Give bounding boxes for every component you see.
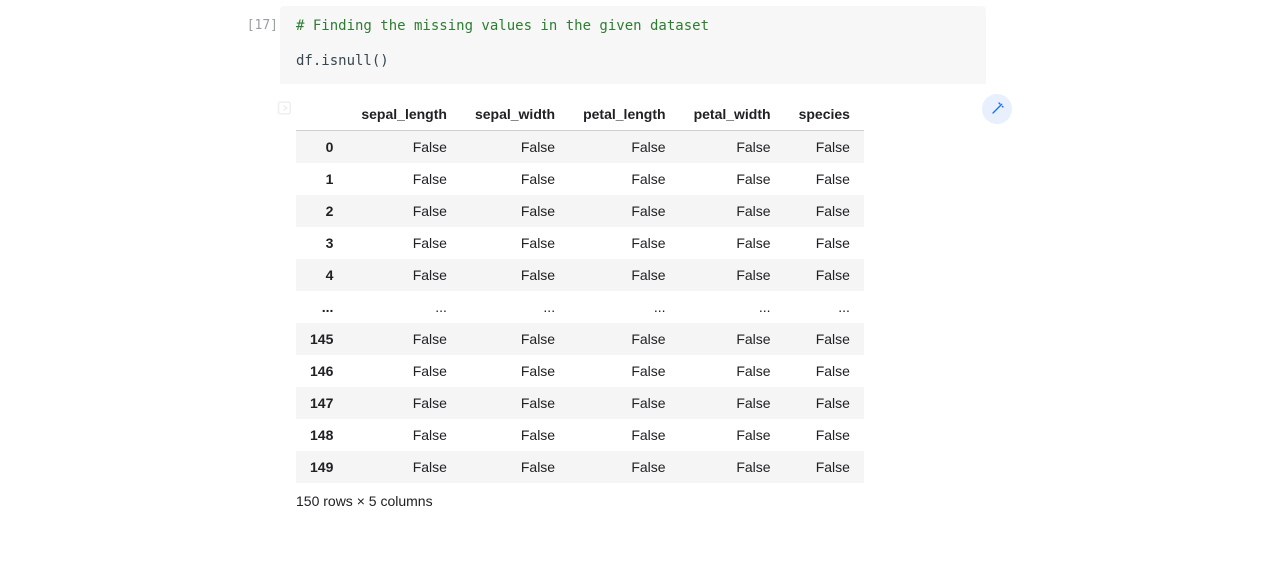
- table-row: 145FalseFalseFalseFalseFalse: [296, 323, 864, 355]
- cell-value: False: [461, 195, 569, 227]
- col-header: petal_length: [569, 98, 679, 131]
- row-index: 148: [296, 419, 347, 451]
- cell-value: False: [347, 451, 461, 483]
- table-row: 1FalseFalseFalseFalseFalse: [296, 163, 864, 195]
- cell-value: False: [461, 323, 569, 355]
- cell-value: ...: [347, 291, 461, 323]
- cell-value: False: [569, 355, 679, 387]
- row-index: 149: [296, 451, 347, 483]
- cell-value: False: [347, 387, 461, 419]
- cell-value: False: [785, 195, 864, 227]
- cell-value: False: [785, 355, 864, 387]
- cell-value: False: [347, 195, 461, 227]
- cell-value: False: [461, 131, 569, 164]
- cell-value: False: [680, 355, 785, 387]
- cell-value: False: [461, 419, 569, 451]
- cell-value: False: [785, 227, 864, 259]
- code-cell-input[interactable]: # Finding the missing values in the give…: [280, 6, 986, 84]
- cell-value: False: [680, 451, 785, 483]
- cell-value: False: [461, 451, 569, 483]
- output-marker-icon: [276, 98, 296, 118]
- magic-suggest-button[interactable]: [982, 94, 1012, 124]
- cell-value: False: [347, 419, 461, 451]
- code-line-comment: # Finding the missing values in the give…: [296, 16, 970, 37]
- code-line-body: df.isnull(): [296, 51, 970, 72]
- cell-value: False: [785, 323, 864, 355]
- cell-value: False: [680, 131, 785, 164]
- cell-value: False: [680, 163, 785, 195]
- table-row: 148FalseFalseFalseFalseFalse: [296, 419, 864, 451]
- dataframe-table: sepal_length sepal_width petal_length pe…: [296, 98, 864, 483]
- cell-value: False: [680, 227, 785, 259]
- row-index: 0: [296, 131, 347, 164]
- cell-value: False: [785, 259, 864, 291]
- dataframe-shape-text: 150 rows × 5 columns: [296, 493, 970, 509]
- cell-value: False: [347, 163, 461, 195]
- cell-value: False: [347, 355, 461, 387]
- cell-value: False: [680, 419, 785, 451]
- cell-value: False: [569, 451, 679, 483]
- cell-value: ...: [680, 291, 785, 323]
- cell-value: False: [461, 355, 569, 387]
- table-corner: [296, 98, 347, 131]
- table-row: 2FalseFalseFalseFalseFalse: [296, 195, 864, 227]
- cell-value: False: [569, 323, 679, 355]
- cell-value: False: [461, 227, 569, 259]
- cell-value: False: [569, 163, 679, 195]
- cell-value: False: [347, 227, 461, 259]
- col-header: sepal_length: [347, 98, 461, 131]
- row-index: 3: [296, 227, 347, 259]
- cell-value: False: [569, 131, 679, 164]
- row-index: 147: [296, 387, 347, 419]
- col-header: sepal_width: [461, 98, 569, 131]
- cell-exec-count: [17]: [234, 18, 278, 33]
- cell-value: False: [569, 419, 679, 451]
- cell-output: sepal_length sepal_width petal_length pe…: [280, 84, 986, 513]
- cell-value: False: [461, 163, 569, 195]
- cell-value: False: [680, 195, 785, 227]
- row-index: 146: [296, 355, 347, 387]
- table-row: ..................: [296, 291, 864, 323]
- cell-value: False: [461, 259, 569, 291]
- col-header: petal_width: [680, 98, 785, 131]
- cell-value: False: [785, 387, 864, 419]
- cell-value: ...: [569, 291, 679, 323]
- table-row: 149FalseFalseFalseFalseFalse: [296, 451, 864, 483]
- table-row: 4FalseFalseFalseFalseFalse: [296, 259, 864, 291]
- table-header-row: sepal_length sepal_width petal_length pe…: [296, 98, 864, 131]
- row-index: 4: [296, 259, 347, 291]
- cell-value: False: [785, 419, 864, 451]
- cell-value: False: [680, 323, 785, 355]
- cell-value: False: [569, 259, 679, 291]
- cell-value: False: [569, 195, 679, 227]
- cell-value: False: [461, 387, 569, 419]
- cell-value: ...: [785, 291, 864, 323]
- table-row: 147FalseFalseFalseFalseFalse: [296, 387, 864, 419]
- notebook-cell: [17] # Finding the missing values in the…: [280, 6, 986, 513]
- col-header: species: [785, 98, 864, 131]
- row-index: 1: [296, 163, 347, 195]
- cell-value: False: [347, 131, 461, 164]
- cell-value: False: [347, 259, 461, 291]
- cell-value: False: [680, 259, 785, 291]
- cell-value: False: [680, 387, 785, 419]
- cell-value: False: [569, 387, 679, 419]
- table-row: 3FalseFalseFalseFalseFalse: [296, 227, 864, 259]
- table-row: 0FalseFalseFalseFalseFalse: [296, 131, 864, 164]
- cell-value: False: [785, 163, 864, 195]
- code-line-blank: [296, 37, 970, 51]
- cell-value: False: [569, 227, 679, 259]
- table-row: 146FalseFalseFalseFalseFalse: [296, 355, 864, 387]
- cell-value: ...: [461, 291, 569, 323]
- row-index: ...: [296, 291, 347, 323]
- cell-value: False: [785, 451, 864, 483]
- row-index: 145: [296, 323, 347, 355]
- cell-value: False: [785, 131, 864, 164]
- row-index: 2: [296, 195, 347, 227]
- cell-value: False: [347, 323, 461, 355]
